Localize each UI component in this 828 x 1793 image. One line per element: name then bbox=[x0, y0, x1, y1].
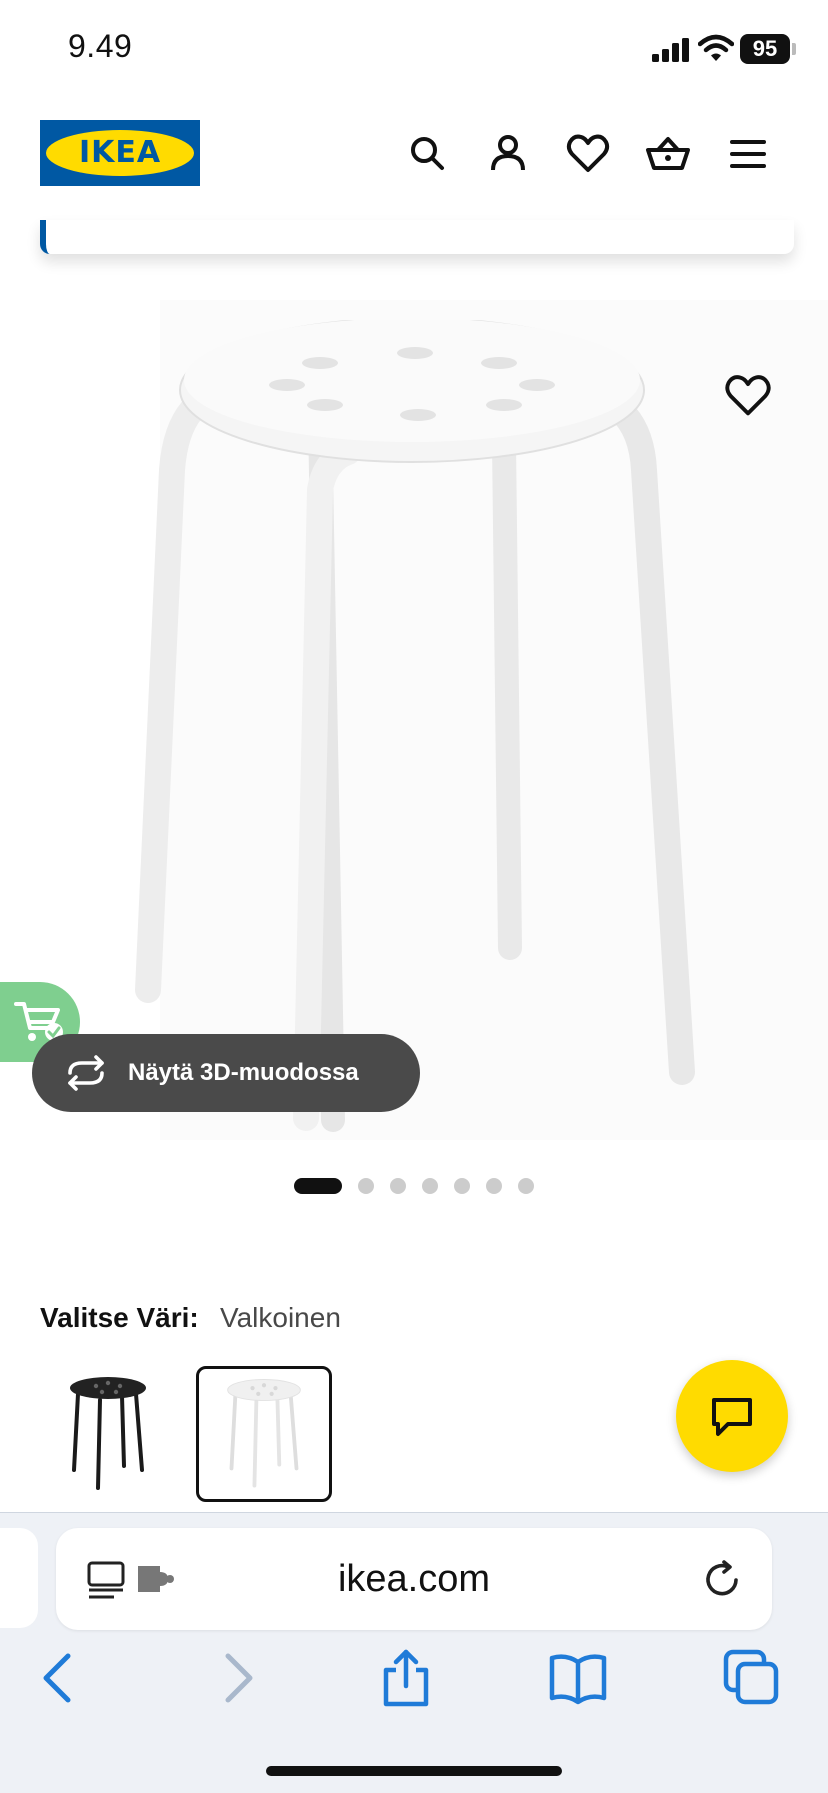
search-icon bbox=[411, 137, 444, 170]
rotate-3d-icon bbox=[68, 1055, 104, 1091]
account-icon bbox=[491, 135, 525, 171]
carousel-dot-5[interactable] bbox=[454, 1178, 470, 1194]
tabs-button[interactable] bbox=[722, 1648, 782, 1708]
previous-tab-edge[interactable] bbox=[0, 1528, 38, 1628]
basket-icon bbox=[646, 137, 690, 170]
battery-tip bbox=[792, 43, 796, 55]
carousel-dot-4[interactable] bbox=[422, 1178, 438, 1194]
heart-icon bbox=[725, 375, 771, 416]
chevron-right-icon bbox=[225, 1653, 253, 1703]
carousel-dot-7[interactable] bbox=[518, 1178, 534, 1194]
basket-button[interactable] bbox=[644, 130, 692, 178]
status-time: 9.49 bbox=[68, 28, 133, 64]
white-stool-thumbnail bbox=[227, 1379, 301, 1488]
menu-icon bbox=[730, 140, 766, 168]
back-button[interactable] bbox=[30, 1648, 90, 1708]
signal-icon bbox=[652, 38, 689, 62]
carousel-dot-1[interactable] bbox=[294, 1178, 342, 1194]
address-bar[interactable]: ikea.com bbox=[56, 1528, 772, 1630]
view-in-3d-label: Näytä 3D-muodossa bbox=[128, 1059, 359, 1086]
chevron-left-icon bbox=[43, 1653, 71, 1703]
save-to-favourites-button[interactable] bbox=[722, 370, 774, 422]
carousel-dot-2[interactable] bbox=[358, 1178, 374, 1194]
product-image[interactable] bbox=[120, 320, 720, 1140]
color-option-white[interactable] bbox=[196, 1366, 332, 1502]
black-stool-thumbnail bbox=[70, 1377, 146, 1490]
search-button[interactable] bbox=[404, 130, 452, 178]
favourites-button[interactable] bbox=[564, 130, 612, 178]
menu-button[interactable] bbox=[724, 130, 772, 178]
home-indicator bbox=[266, 1766, 562, 1776]
book-icon bbox=[549, 1654, 607, 1705]
color-option-black[interactable] bbox=[40, 1366, 176, 1502]
battery-indicator: 95 bbox=[740, 34, 790, 64]
chat-icon bbox=[712, 1398, 752, 1436]
selected-color-value: Valkoinen bbox=[220, 1302, 341, 1333]
notice-card bbox=[40, 220, 794, 254]
tabs-icon bbox=[723, 1649, 779, 1705]
heart-icon bbox=[566, 134, 610, 172]
share-icon bbox=[383, 1649, 429, 1707]
view-in-3d-button[interactable]: Näytä 3D-muodossa bbox=[32, 1034, 420, 1112]
carousel-dot-3[interactable] bbox=[390, 1178, 406, 1194]
account-button[interactable] bbox=[484, 130, 532, 178]
forward-button[interactable] bbox=[206, 1648, 266, 1708]
wifi-icon bbox=[698, 34, 734, 61]
logo-text: IKEA bbox=[78, 135, 162, 170]
chat-button[interactable] bbox=[676, 1360, 788, 1472]
color-selection-label: Valitse Väri: bbox=[40, 1302, 199, 1333]
reload-icon[interactable] bbox=[700, 1558, 744, 1602]
bookmarks-button[interactable] bbox=[548, 1648, 608, 1708]
url-text: ikea.com bbox=[337, 1558, 491, 1600]
share-button[interactable] bbox=[376, 1648, 436, 1708]
ikea-logo[interactable]: IKEA bbox=[40, 120, 200, 186]
carousel-dot-6[interactable] bbox=[486, 1178, 502, 1194]
